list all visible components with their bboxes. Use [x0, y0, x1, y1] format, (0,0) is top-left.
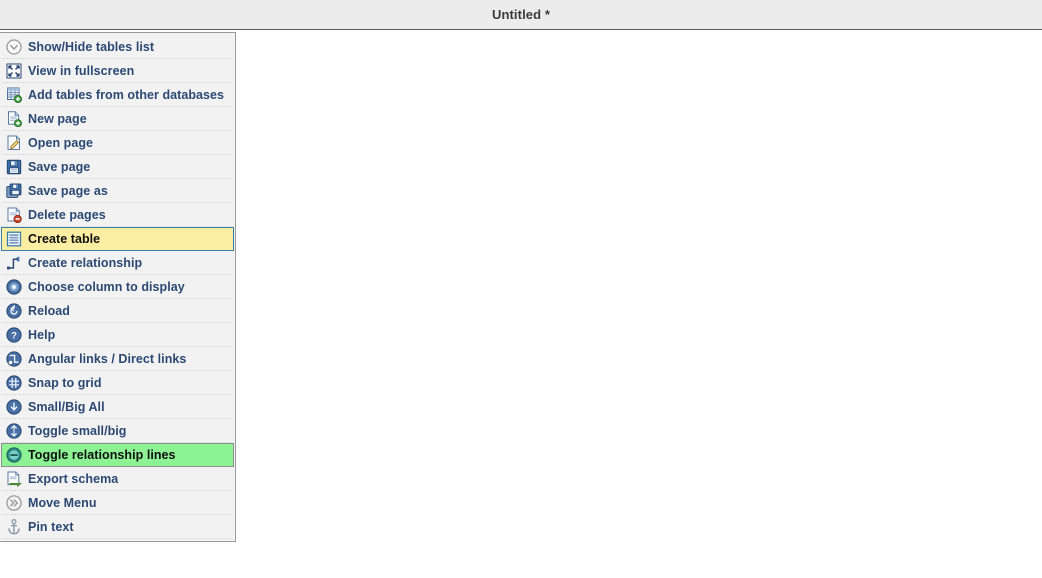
circle-double-chevron-icon: [6, 495, 22, 511]
page-delete-icon: [6, 207, 22, 223]
menu-item-save-page-as[interactable]: Save page as: [1, 179, 234, 203]
svg-text:?: ?: [11, 331, 17, 342]
page-export-icon: [6, 471, 22, 487]
menu-item-label: View in fullscreen: [28, 64, 135, 78]
menu-item-choose-column-to-display[interactable]: Choose column to display: [1, 275, 234, 299]
menu-item-new-page[interactable]: New page: [1, 107, 234, 131]
menu-item-pin-text[interactable]: Pin text: [1, 515, 234, 539]
menu-item-label: Pin text: [28, 520, 74, 534]
circle-arrow-down-icon: [6, 399, 22, 415]
menu-item-view-in-fullscreen[interactable]: View in fullscreen: [1, 59, 234, 83]
menu-item-label: Move Menu: [28, 496, 97, 510]
menu-item-toggle-relationship-lines[interactable]: Toggle relationship lines: [1, 443, 234, 467]
menu-item-label: Save page: [28, 160, 91, 174]
menu-item-label: Choose column to display: [28, 280, 185, 294]
menu-item-label: Create table: [28, 232, 101, 246]
menu-item-small-big-all[interactable]: Small/Big All: [1, 395, 234, 419]
menu-item-snap-to-grid[interactable]: Snap to grid: [1, 371, 234, 395]
page-edit-icon: [6, 135, 22, 151]
menu-item-toggle-small-big[interactable]: Toggle small/big: [1, 419, 234, 443]
menu-item-add-tables-from-other-databases[interactable]: Add tables from other databases: [1, 83, 234, 107]
menu-item-label: Toggle small/big: [28, 424, 127, 438]
table-icon: [6, 231, 22, 247]
menu-item-label: Snap to grid: [28, 376, 102, 390]
menu-item-angular-links-direct-links[interactable]: Angular links / Direct links: [1, 347, 234, 371]
anchor-pin-icon: [6, 519, 22, 535]
floppy-disk-copy-icon: [6, 183, 22, 199]
relationship-step-icon: [6, 255, 22, 271]
table-add-icon: [6, 87, 22, 103]
menu-item-reload[interactable]: Reload: [1, 299, 234, 323]
page-title: Untitled *: [491, 7, 551, 22]
circle-minus-icon: [6, 447, 22, 463]
menu-item-label: Angular links / Direct links: [28, 352, 187, 366]
window-titlebar: Untitled *: [0, 0, 1042, 30]
menu-item-create-table[interactable]: Create table: [1, 227, 234, 251]
menu-item-label: Show/Hide tables list: [28, 40, 155, 54]
menu-item-label: Open page: [28, 136, 94, 150]
menu-item-help[interactable]: ? Help: [1, 323, 234, 347]
circle-dot-icon: [6, 279, 22, 295]
circle-question-icon: ?: [6, 327, 22, 343]
menu-item-label: New page: [28, 112, 87, 126]
menu-item-move-menu[interactable]: Move Menu: [1, 491, 234, 515]
menu-item-save-page[interactable]: Save page: [1, 155, 234, 179]
fullscreen-arrows-icon: [6, 63, 22, 79]
floppy-disk-icon: [6, 159, 22, 175]
circle-chevron-down-icon: [6, 39, 22, 55]
circle-angular-icon: [6, 351, 22, 367]
main-menu-panel: Show/Hide tables list View in fullscreen A…: [0, 32, 236, 542]
menu-item-label: Toggle relationship lines: [28, 448, 176, 462]
page-add-icon: [6, 111, 22, 127]
menu-item-label: Help: [28, 328, 56, 342]
menu-item-export-schema[interactable]: Export schema: [1, 467, 234, 491]
menu-item-label: Add tables from other databases: [28, 88, 225, 102]
circle-reload-icon: [6, 303, 22, 319]
menu-item-label: Save page as: [28, 184, 108, 198]
menu-item-delete-pages[interactable]: Delete pages: [1, 203, 234, 227]
menu-item-label: Export schema: [28, 472, 119, 486]
circle-arrow-updown-icon: [6, 423, 22, 439]
menu-item-open-page[interactable]: Open page: [1, 131, 234, 155]
menu-item-create-relationship[interactable]: Create relationship: [1, 251, 234, 275]
menu-item-label: Reload: [28, 304, 70, 318]
menu-item-label: Small/Big All: [28, 400, 105, 414]
menu-item-label: Delete pages: [28, 208, 106, 222]
menu-item-show-hide-tables-list[interactable]: Show/Hide tables list: [1, 35, 234, 59]
menu-item-label: Create relationship: [28, 256, 143, 270]
circle-grid-icon: [6, 375, 22, 391]
